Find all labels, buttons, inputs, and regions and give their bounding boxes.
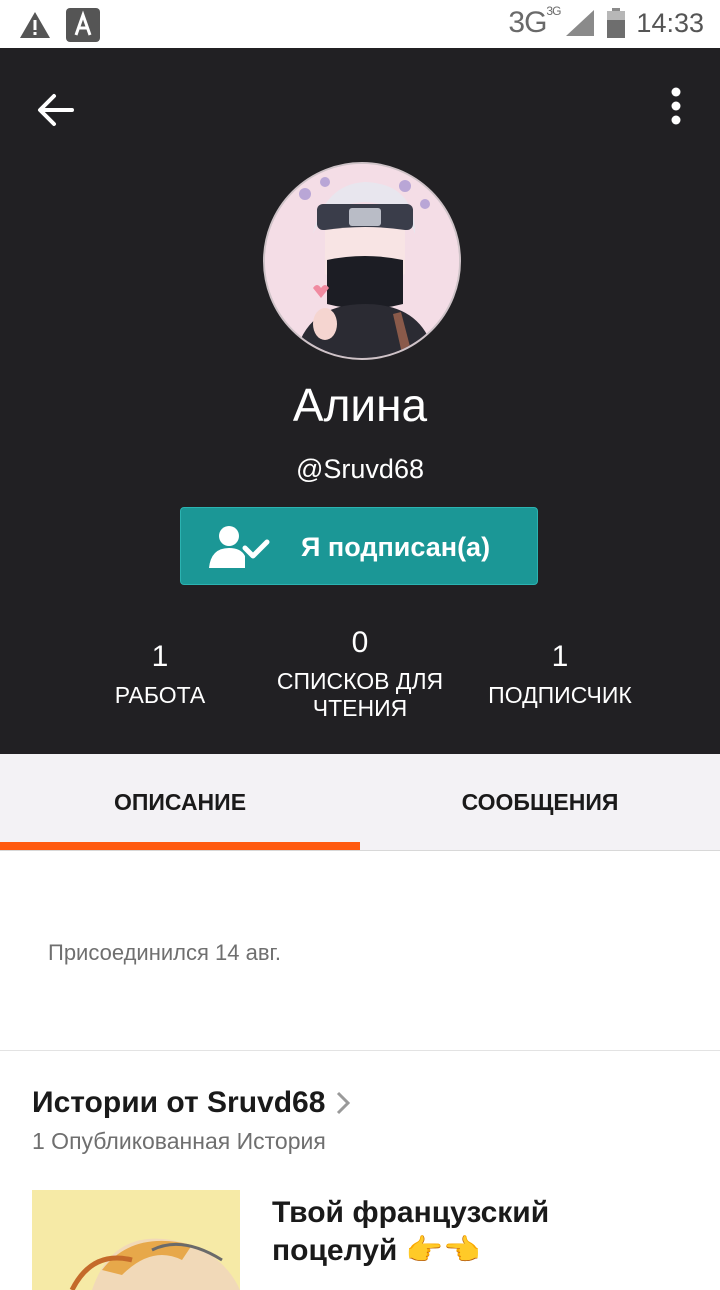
following-button-label: Я подписан(а) <box>301 532 491 562</box>
tab-description[interactable]: ОПИСАНИЕ <box>0 754 360 850</box>
user-check-icon <box>209 526 270 568</box>
stat-works-value: 1 <box>151 640 169 673</box>
profile-header: Алина @Sruvd68 Я подписан(а) 1 РАБОТА 0 … <box>0 48 720 754</box>
stat-reading-lists-value: 0 <box>351 626 369 659</box>
stories-title: Истории от Sruvd68 <box>32 1086 326 1119</box>
profile-name: Алина <box>292 379 428 431</box>
back-button[interactable] <box>30 84 82 136</box>
profile-handle: @Sruvd68 <box>296 454 424 484</box>
tab-messages[interactable]: СООБЩЕНИЯ <box>360 754 720 850</box>
story-cover-art <box>32 1190 240 1290</box>
stat-followers-label: ПОДПИСЧИК <box>488 682 632 708</box>
more-options-button[interactable] <box>660 84 692 136</box>
clock: 14:33 <box>636 7 704 38</box>
stat-reading-lists-label: СПИСКОВ ДЛЯ ЧТЕНИЯ <box>276 668 444 721</box>
stories-section-header[interactable]: Истории от Sruvd68 <box>32 1086 351 1120</box>
stat-followers[interactable]: 1 ПОДПИСЧИК <box>450 640 670 709</box>
network-type: 3G 3G <box>508 4 561 39</box>
chevron-right-icon <box>337 1091 351 1115</box>
more-vertical-icon <box>671 87 681 125</box>
active-tab-indicator <box>0 842 360 850</box>
avatar-image <box>265 164 459 358</box>
stat-reading-lists[interactable]: 0 СПИСКОВ ДЛЯ ЧТЕНИЯ <box>250 626 470 722</box>
app-notification-icon <box>66 8 100 42</box>
joined-date: Присоединился 14 авг. <box>48 940 281 965</box>
stat-works[interactable]: 1 РАБОТА <box>50 640 270 709</box>
avatar[interactable] <box>263 162 461 360</box>
stat-works-label: РАБОТА <box>114 682 206 708</box>
stat-followers-value: 1 <box>551 640 569 673</box>
warning-icon <box>20 12 50 38</box>
profile-tabs: ОПИСАНИЕ СООБЩЕНИЯ <box>0 754 720 851</box>
status-bar: 3G 3G 14:33 <box>0 0 720 48</box>
back-arrow-icon <box>38 94 74 126</box>
battery-icon <box>607 8 626 38</box>
story-title[interactable]: Твой французский поцелуй 👉👈 <box>272 1194 672 1270</box>
signal-icon <box>566 10 595 36</box>
section-divider <box>0 1050 720 1051</box>
story-cover-image[interactable] <box>32 1190 240 1290</box>
stories-count: 1 Опубликованная История <box>32 1128 326 1154</box>
following-button[interactable]: Я подписан(а) <box>180 507 538 585</box>
